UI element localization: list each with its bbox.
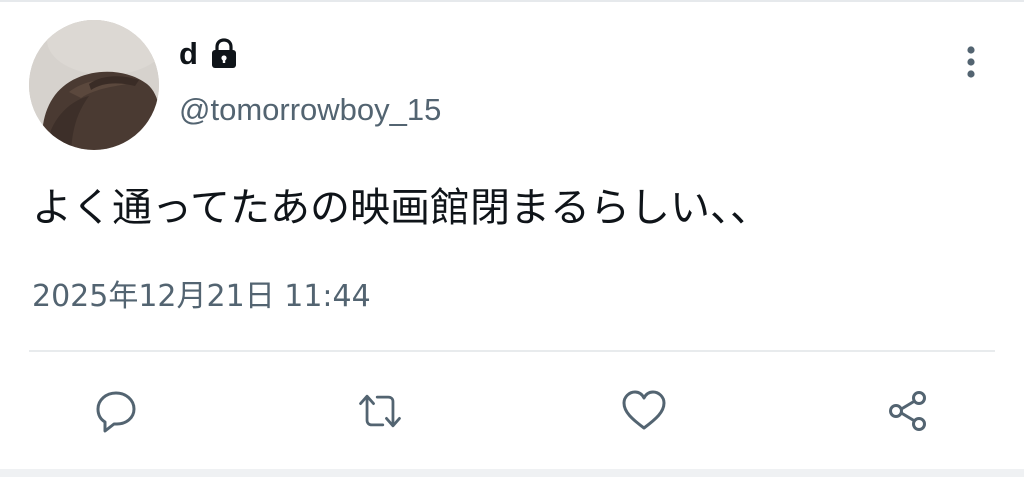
- share-icon: [889, 391, 926, 431]
- avatar[interactable]: [29, 20, 159, 150]
- top-divider: [0, 0, 1024, 2]
- retweet-button[interactable]: [355, 386, 405, 436]
- reply-icon: [96, 391, 136, 433]
- tweet-text: よく通ってたあの映画館閉まるらしい、、: [32, 185, 770, 231]
- reply-button[interactable]: [91, 386, 141, 436]
- user-name-row: d: [179, 34, 241, 74]
- retweet-icon: [359, 394, 401, 428]
- more-vertical-icon[interactable]: [956, 42, 986, 82]
- share-button[interactable]: [883, 386, 933, 436]
- like-button[interactable]: [619, 386, 669, 436]
- heart-icon: [622, 390, 666, 430]
- lock-icon: [207, 37, 241, 71]
- tweet-timestamp[interactable]: 2025年12月21日 11:44: [32, 277, 371, 317]
- avatar-photo: [29, 20, 159, 150]
- bottom-divider: [0, 469, 1024, 477]
- display-name[interactable]: d: [179, 34, 198, 74]
- actions-divider: [29, 350, 995, 352]
- user-handle[interactable]: @tomorrowboy_15: [179, 90, 441, 130]
